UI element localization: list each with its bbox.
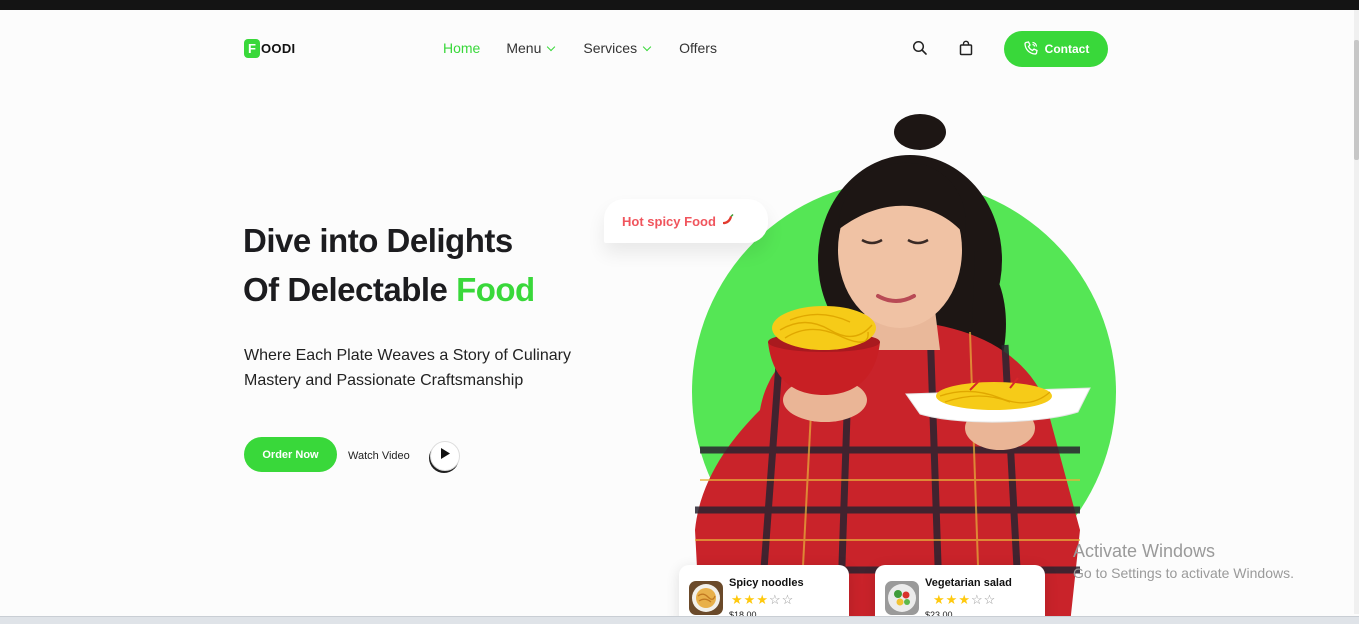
logo-text: OODI <box>261 41 296 56</box>
logo-mark: F <box>244 39 260 58</box>
rating-stars: ★★★☆☆ <box>933 592 996 608</box>
watermark-subtitle: Go to Settings to activate Windows. <box>1073 565 1294 581</box>
rating-stars: ★★★☆☆ <box>731 592 794 608</box>
star-filled-icon: ★ <box>756 592 769 607</box>
main-nav: Home Menu Services Offers <box>443 40 717 56</box>
nav-item-label: Services <box>583 40 638 56</box>
watch-video-link[interactable]: Watch Video <box>348 450 410 462</box>
star-filled-icon: ★ <box>743 592 757 607</box>
star-empty-icon: ☆ <box>781 592 795 607</box>
chevron-down-icon <box>547 42 556 51</box>
star-filled-icon: ★ <box>958 592 971 607</box>
chili-pepper-icon <box>720 213 734 230</box>
nav-item-label: Home <box>443 40 481 56</box>
nav-item-offers[interactable]: Offers <box>679 40 717 56</box>
star-filled-icon: ★ <box>933 592 946 607</box>
star-filled-icon: ★ <box>945 592 959 607</box>
contact-button[interactable]: Contact <box>1004 31 1108 67</box>
nav-item-label: Menu <box>506 40 542 56</box>
hero-title-line2: Of Delectable <box>243 271 457 308</box>
play-video-button[interactable] <box>430 441 460 471</box>
shopping-bag-icon[interactable] <box>958 40 974 56</box>
hot-spicy-food-bubble: Hot spicy Food <box>604 199 768 243</box>
hero-title-line1: Dive into Delights <box>243 222 513 259</box>
star-filled-icon: ★ <box>731 592 744 607</box>
food-name: Spicy noodles <box>729 577 804 589</box>
hero-subtitle-line1: Where Each Plate Weaves a Story of Culin… <box>244 347 571 364</box>
star-empty-icon: ☆ <box>983 592 997 607</box>
brand-logo[interactable]: F OODI <box>244 39 295 58</box>
scrollbar-thumb[interactable] <box>1354 40 1359 160</box>
contact-button-label: Contact <box>1044 42 1090 56</box>
nav-item-home[interactable]: Home <box>443 40 480 56</box>
chevron-down-icon <box>642 42 652 51</box>
nav-item-label: Offers <box>679 40 717 56</box>
food-name: Vegetarian salad <box>925 577 1012 589</box>
vegetarian-salad-thumbnail <box>885 581 919 615</box>
spicy-noodles-thumbnail <box>689 581 723 615</box>
bubble-text: Hot spicy Food <box>622 213 716 229</box>
page-scrollbar[interactable] <box>1354 10 1359 614</box>
star-empty-icon: ☆ <box>970 592 984 607</box>
play-icon <box>439 447 451 465</box>
hero-title: Dive into Delights Of Delectable Food <box>243 216 535 314</box>
os-taskbar <box>0 616 1359 624</box>
hero-subtitle: Where Each Plate Weaves a Story of Culin… <box>244 343 624 393</box>
nav-item-services[interactable]: Services <box>583 40 653 56</box>
hero-subtitle-line2: Mastery and Passionate Craftsmanship <box>244 372 524 389</box>
hero-woman-image <box>695 114 1091 624</box>
star-empty-icon: ☆ <box>768 592 782 607</box>
browser-top-edge <box>0 0 1359 10</box>
phone-icon <box>1023 40 1039 59</box>
activate-windows-watermark: Activate Windows Go to Settings to activ… <box>1073 541 1294 581</box>
nav-item-menu[interactable]: Menu <box>506 40 557 56</box>
watermark-title: Activate Windows <box>1073 541 1216 561</box>
hero-title-accent: Food <box>456 271 535 308</box>
search-icon[interactable] <box>912 40 928 56</box>
order-now-button[interactable]: Order Now <box>244 437 337 472</box>
